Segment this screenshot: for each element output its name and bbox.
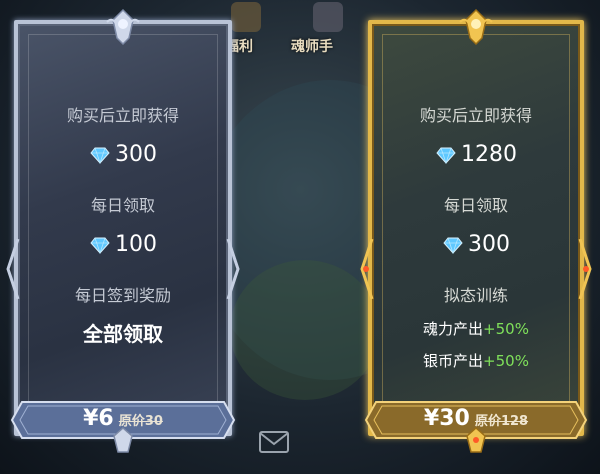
crest-icon: [459, 8, 493, 46]
diamond-gem-icon: [436, 147, 456, 164]
gem-amount-value: 300: [468, 232, 510, 257]
card-frame: [14, 20, 232, 436]
daily-gem-amount: 300: [360, 232, 592, 257]
bonus-label: 银币产出: [423, 352, 484, 370]
instant-gem-amount: 1280: [360, 142, 592, 167]
diamond-gem-icon: [443, 237, 463, 254]
purchase-card-30[interactable]: 购买后立即获得 1280 每日领取 300 拟态训练 魂力产出+50% 银币产出…: [360, 8, 592, 460]
gem-amount-value: 100: [115, 232, 157, 257]
silver-coin-bonus: 银币产出+50%: [360, 350, 592, 371]
crest-icon: [466, 426, 486, 453]
purchase-card-6[interactable]: 购买后立即获得 300 每日领取 100 每日签到奖励 全部领取 ¥6 原价30: [6, 8, 240, 460]
daily-claim-label: 每日领取: [443, 196, 508, 215]
bonus-value: +50%: [483, 320, 529, 338]
top-hud: 福利 魂师手: [225, 0, 375, 60]
mimic-training-label: 拟态训练: [443, 286, 508, 305]
diamond-gem-icon: [90, 237, 110, 254]
card-frame: [368, 20, 584, 436]
hud-label-soul-master[interactable]: 魂师手: [291, 36, 333, 56]
instant-gem-amount: 300: [6, 142, 240, 167]
soul-power-bonus: 魂力产出+50%: [360, 318, 592, 339]
daily-claim-label: 每日领取: [90, 196, 155, 215]
claim-all-label: 全部领取: [83, 322, 163, 346]
crest-icon: [106, 8, 140, 46]
diamond-gem-icon: [90, 147, 110, 164]
instant-reward-label: 购买后立即获得: [66, 106, 179, 125]
gem-amount-value: 300: [115, 142, 157, 167]
instant-reward-label: 购买后立即获得: [419, 106, 532, 125]
daily-gem-amount: 100: [6, 232, 240, 257]
mail-icon[interactable]: [259, 431, 289, 453]
daily-signin-label: 每日签到奖励: [74, 286, 171, 305]
soul-master-icon[interactable]: [313, 2, 343, 32]
crest-icon: [113, 426, 133, 453]
bonus-value: +50%: [483, 352, 529, 370]
bonus-label: 魂力产出: [423, 320, 484, 338]
gem-amount-value: 1280: [461, 142, 517, 167]
